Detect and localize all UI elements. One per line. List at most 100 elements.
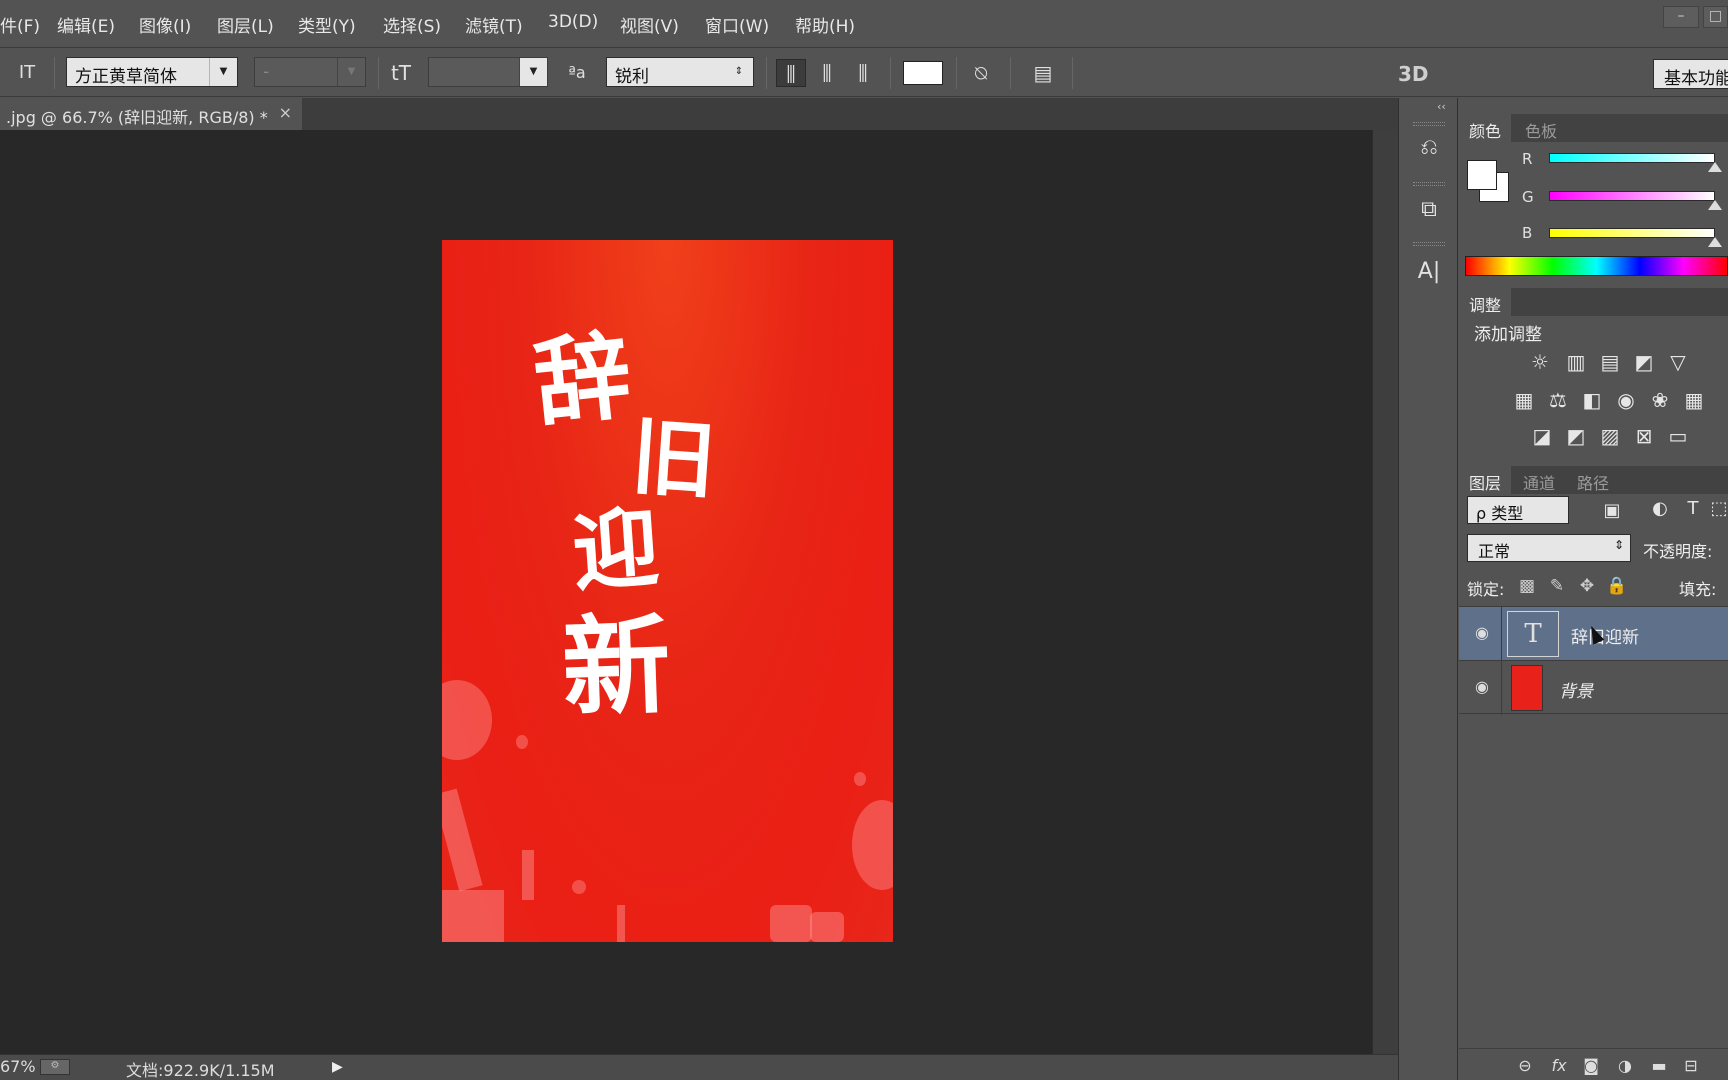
layer-filter-dropdown[interactable]: ρ 类型 <box>1467 496 1569 524</box>
tab-swatches[interactable]: 色板 <box>1515 114 1567 142</box>
chevron-down-icon: ▼ <box>209 58 237 86</box>
menu-image[interactable]: 图像(I) <box>139 12 191 37</box>
vertical-type-tool-icon[interactable]: IT <box>12 59 42 87</box>
lock-transparency-icon[interactable]: ▩ <box>1515 574 1539 598</box>
menu-file[interactable]: 件(F) <box>0 12 40 37</box>
character-icon[interactable]: A| <box>1413 256 1445 288</box>
layer-name[interactable]: 背景 <box>1559 677 1593 702</box>
menu-layer[interactable]: 图层(L) <box>217 12 274 37</box>
dock-grip[interactable] <box>1413 122 1445 126</box>
green-slider[interactable] <box>1549 191 1715 201</box>
layer-name[interactable]: 辞旧迎新 <box>1571 623 1639 648</box>
layer-row-background[interactable]: ◉ 背景 <box>1459 660 1728 715</box>
dock-grip[interactable] <box>1413 182 1445 186</box>
vertical-scrollbar[interactable] <box>1372 130 1398 1054</box>
green-slider-thumb[interactable] <box>1708 200 1722 210</box>
close-icon[interactable]: × <box>279 103 292 122</box>
blue-slider-thumb[interactable] <box>1708 237 1722 247</box>
red-slider[interactable] <box>1549 153 1715 163</box>
tab-adjustments[interactable]: 调整 <box>1459 288 1512 316</box>
document-tab[interactable]: .jpg @ 66.7% (辞旧迎新, RGB/8) * × <box>0 98 302 130</box>
selective-color-icon[interactable]: ⊠ <box>1631 424 1657 448</box>
divider <box>766 57 767 89</box>
document-size: 文档:922.9K/1.15M <box>126 1061 275 1080</box>
type-filter-icon[interactable]: T <box>1681 498 1705 520</box>
tab-channels[interactable]: 通道 <box>1513 466 1565 494</box>
curves-icon[interactable]: ▤ <box>1597 350 1623 374</box>
new-adjustment-layer-icon[interactable]: ◑ <box>1613 1055 1637 1077</box>
menu-3d[interactable]: 3D(D) <box>548 12 598 32</box>
link-layers-icon[interactable]: ⊖ <box>1513 1055 1537 1077</box>
posterize-icon[interactable]: ◩ <box>1563 424 1589 448</box>
warp-text-icon[interactable]: ⍉ <box>966 59 996 87</box>
levels-icon[interactable]: ▥ <box>1563 350 1589 374</box>
menu-select[interactable]: 选择(S) <box>383 12 441 37</box>
history-icon[interactable]: ⎌ <box>1413 132 1445 164</box>
red-slider-thumb[interactable] <box>1708 162 1722 172</box>
blue-slider[interactable] <box>1549 228 1715 238</box>
divider <box>54 57 55 89</box>
menu-view[interactable]: 视图(V) <box>620 12 679 37</box>
black-white-icon[interactable]: ◧ <box>1579 388 1605 412</box>
decor-guitar <box>442 788 483 892</box>
brightness-icon[interactable]: ☼ <box>1527 350 1553 374</box>
decor-balloon <box>442 680 492 760</box>
font-family-dropdown[interactable]: 方正黄草简体 ▼ <box>66 57 238 87</box>
new-layer-icon[interactable]: ⊟ <box>1679 1055 1703 1077</box>
status-menu-arrow-icon[interactable]: ▶ <box>332 1059 343 1075</box>
menu-window[interactable]: 窗口(W) <box>705 12 769 37</box>
menu-edit[interactable]: 编辑(E) <box>57 12 115 37</box>
minimize-button[interactable]: – <box>1663 6 1699 28</box>
poster-canvas[interactable]: 辞 旧 迎 新 <box>442 240 893 942</box>
3d-mode-icon[interactable]: 3D <box>1398 62 1429 86</box>
color-spectrum[interactable] <box>1465 256 1728 276</box>
hue-saturation-icon[interactable]: ▦ <box>1511 388 1537 412</box>
tab-paths[interactable]: 路径 <box>1567 466 1619 494</box>
add-mask-icon[interactable]: ◙ <box>1579 1055 1603 1077</box>
vibrance-icon[interactable]: ▽ <box>1665 350 1691 374</box>
dock-grip[interactable] <box>1413 242 1445 246</box>
document-tabs: .jpg @ 66.7% (辞旧迎新, RGB/8) * × <box>0 98 1398 130</box>
text-color-swatch[interactable] <box>903 61 943 85</box>
character-panel-icon[interactable]: ▤ <box>1028 59 1058 87</box>
visibility-eye-icon[interactable]: ◉ <box>1472 623 1492 643</box>
shape-filter-icon[interactable]: ⬚ <box>1707 498 1728 520</box>
menu-help[interactable]: 帮助(H) <box>795 12 855 37</box>
lock-pixels-icon[interactable]: ✎ <box>1545 574 1569 598</box>
pixel-filter-icon[interactable]: ▣ <box>1600 500 1624 522</box>
tab-layers[interactable]: 图层 <box>1459 466 1512 494</box>
font-style-dropdown[interactable]: - ▼ <box>254 57 366 87</box>
new-group-icon[interactable]: ▬ <box>1647 1055 1671 1077</box>
invert-icon[interactable]: ◪ <box>1529 424 1555 448</box>
tab-color[interactable]: 颜色 <box>1459 114 1512 142</box>
restore-button[interactable]: □ <box>1703 6 1728 28</box>
collapse-dock-icon[interactable]: ‹‹ <box>1437 100 1446 113</box>
3d-material-icon[interactable]: ⧉ <box>1413 194 1445 226</box>
exposure-icon[interactable]: ◩ <box>1631 350 1657 374</box>
color-balance-icon[interactable]: ⚖ <box>1545 388 1571 412</box>
align-center-icon[interactable]: ⫼ <box>812 59 842 87</box>
lock-position-icon[interactable]: ✥ <box>1575 574 1599 598</box>
visibility-eye-icon[interactable]: ◉ <box>1472 677 1492 697</box>
zoom-level[interactable]: 67% <box>0 1057 36 1076</box>
antialias-dropdown[interactable]: 锐利 ⇕ <box>606 57 754 87</box>
font-size-dropdown[interactable]: ▼ <box>428 57 548 87</box>
add-adjustment-title: 添加调整 <box>1474 325 1542 345</box>
align-bottom-icon[interactable]: ⫼ <box>848 59 878 87</box>
gradient-map-icon[interactable]: ▭ <box>1665 424 1691 448</box>
lock-all-icon[interactable]: 🔒 <box>1605 574 1629 598</box>
channel-mixer-icon[interactable]: ❀ <box>1647 388 1673 412</box>
threshold-icon[interactable]: ▨ <box>1597 424 1623 448</box>
workspace-switcher[interactable]: 基本功能 <box>1653 59 1728 89</box>
layer-row-text[interactable]: ◉ T 辞旧迎新 <box>1459 606 1728 661</box>
menu-type[interactable]: 类型(Y) <box>298 12 356 37</box>
menu-filter[interactable]: 滤镜(T) <box>465 12 523 37</box>
photo-filter-icon[interactable]: ◉ <box>1613 388 1639 412</box>
adjustment-filter-icon[interactable]: ◐ <box>1648 498 1672 520</box>
align-top-icon[interactable]: ⫼ <box>776 59 806 87</box>
color-lookup-icon[interactable]: ▦ <box>1681 388 1707 412</box>
channel-label-r: R <box>1522 150 1533 168</box>
foreground-color-swatch[interactable] <box>1467 160 1497 190</box>
blend-mode-dropdown[interactable]: 正常 ⇕ <box>1467 534 1631 562</box>
layer-style-icon[interactable]: fx <box>1547 1055 1571 1077</box>
